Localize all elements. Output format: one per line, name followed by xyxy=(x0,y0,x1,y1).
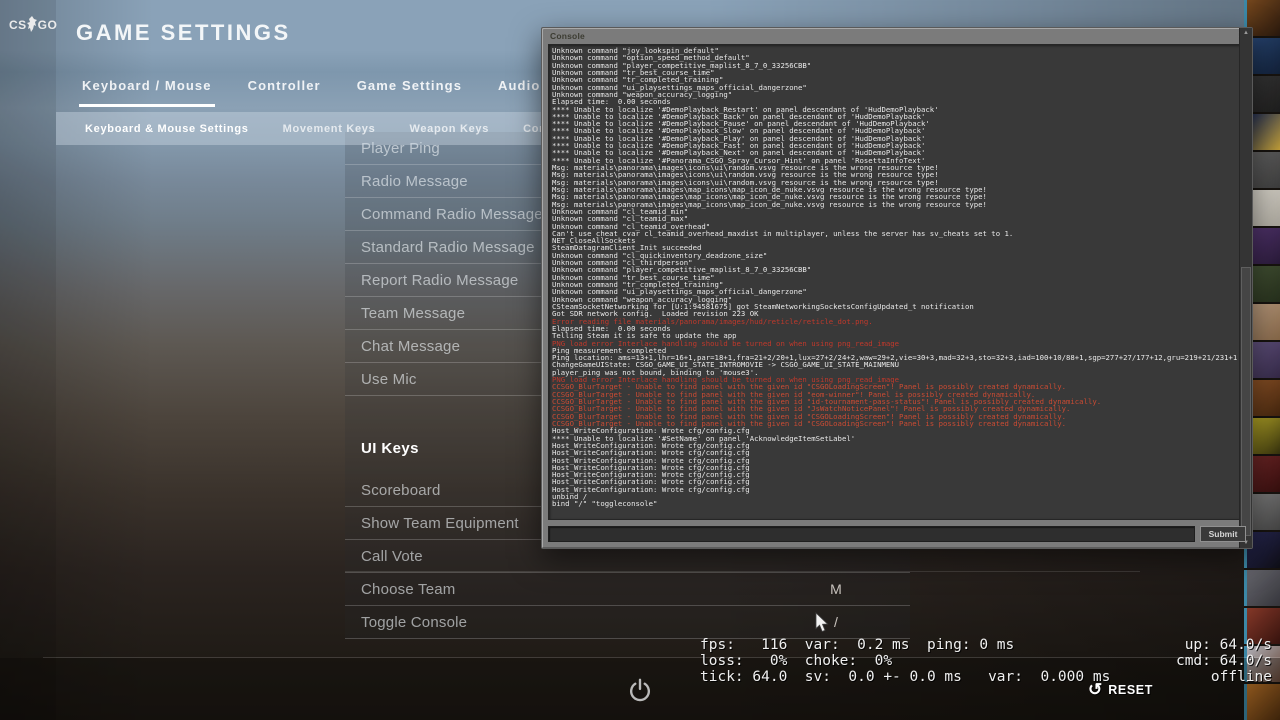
console-scrollbar[interactable] xyxy=(1239,28,1252,548)
console-log-line: Can't use cheat cvar cl_teamid_overhead_… xyxy=(552,230,1229,237)
net-graph-row: tick: 64.0 sv: 0.0 +- 0.0 ms var: 0.000 … xyxy=(700,669,1272,685)
net-graph-stats: tick: 64.0 sv: 0.0 +- 0.0 ms var: 0.000 … xyxy=(700,669,1110,685)
console-input-row: Submit xyxy=(548,526,1246,542)
tab-label: Controller xyxy=(248,78,321,93)
section-header-label: UI Keys xyxy=(361,440,419,457)
reset-label: RESET xyxy=(1108,683,1153,697)
scrollbar-thumb[interactable] xyxy=(1241,267,1251,536)
submit-button[interactable]: Submit xyxy=(1200,526,1246,542)
subtab-label: Keyboard & Mouse Settings xyxy=(85,123,249,135)
keybind-label: Chat Message xyxy=(361,338,460,355)
net-graph-row: loss: 0% choke: 0% cmd: 64.0/s xyxy=(700,653,1272,669)
keybind-label: Radio Message xyxy=(361,173,468,190)
console-input[interactable] xyxy=(548,526,1195,542)
keybind-label: Team Message xyxy=(361,305,465,322)
row-divider xyxy=(345,571,1140,572)
console-window: Console × Unknown command "joy_lookspin_… xyxy=(541,27,1253,549)
net-graph-stats: loss: 0% choke: 0% xyxy=(700,653,892,669)
settings-tab[interactable]: Keyboard / Mouse xyxy=(82,78,212,107)
keybind-label: Standard Radio Message xyxy=(361,239,535,256)
net-graph-row: fps: 116 var: 0.2 ms ping: 0 ms up: 64.0… xyxy=(700,637,1272,653)
subtab-label: Movement Keys xyxy=(283,123,376,135)
keybind-label: Call Vote xyxy=(361,548,423,565)
keybind-label: Report Radio Message xyxy=(361,272,518,289)
keybind-label: Choose Team xyxy=(361,581,455,598)
tab-label: Game Settings xyxy=(357,78,462,93)
settings-tab[interactable]: Game Settings xyxy=(357,78,462,107)
keybind-label: Command Radio Message xyxy=(361,206,543,223)
keybind-label: Toggle Console xyxy=(361,614,467,631)
keyboard-subtab[interactable]: Weapon Keys xyxy=(409,123,489,135)
settings-tab[interactable]: Controller xyxy=(248,78,321,107)
reset-control[interactable]: ↺ RESET xyxy=(1088,680,1153,700)
keybind-row[interactable]: Choose Team M xyxy=(345,573,910,606)
keybind-label: Scoreboard xyxy=(361,482,441,499)
main-sidebar xyxy=(0,0,56,720)
console-log[interactable]: Unknown command "joy_lookspin_default"Un… xyxy=(548,44,1246,520)
net-graph-rates: cmd: 64.0/s xyxy=(1176,653,1272,669)
reset-history-icon: ↺ xyxy=(1088,680,1102,700)
net-graph: fps: 116 var: 0.2 ms ping: 0 ms up: 64.0… xyxy=(700,637,1272,685)
net-graph-rates: offline xyxy=(1211,669,1272,685)
keybind-label: Use Mic xyxy=(361,371,417,388)
keyboard-subtab[interactable]: Movement Keys xyxy=(283,123,376,135)
page-title: GAME SETTINGS xyxy=(76,20,291,46)
keybind-label: Show Team Equipment xyxy=(361,515,519,532)
subtab-label: Weapon Keys xyxy=(409,123,489,135)
mouse-cursor xyxy=(815,612,830,633)
keybind-value[interactable]: M xyxy=(815,581,857,597)
console-titlebar[interactable]: Console × xyxy=(542,28,1252,44)
console-log-line: Host_WriteConfiguration: Wrote cfg/confi… xyxy=(552,486,1229,493)
console-log-line: bind "/" "toggleconsole" xyxy=(552,500,1229,507)
tab-label: Keyboard / Mouse xyxy=(82,78,212,93)
thumbnail-image xyxy=(1244,570,1280,606)
net-graph-rates: up: 64.0/s xyxy=(1185,637,1272,653)
log-text: bind "/" "toggleconsole" xyxy=(552,499,657,508)
console-title: Console xyxy=(550,31,585,41)
net-graph-stats: fps: 116 var: 0.2 ms ping: 0 ms xyxy=(700,637,1014,653)
keyboard-subtab[interactable]: Keyboard & Mouse Settings xyxy=(85,123,249,135)
